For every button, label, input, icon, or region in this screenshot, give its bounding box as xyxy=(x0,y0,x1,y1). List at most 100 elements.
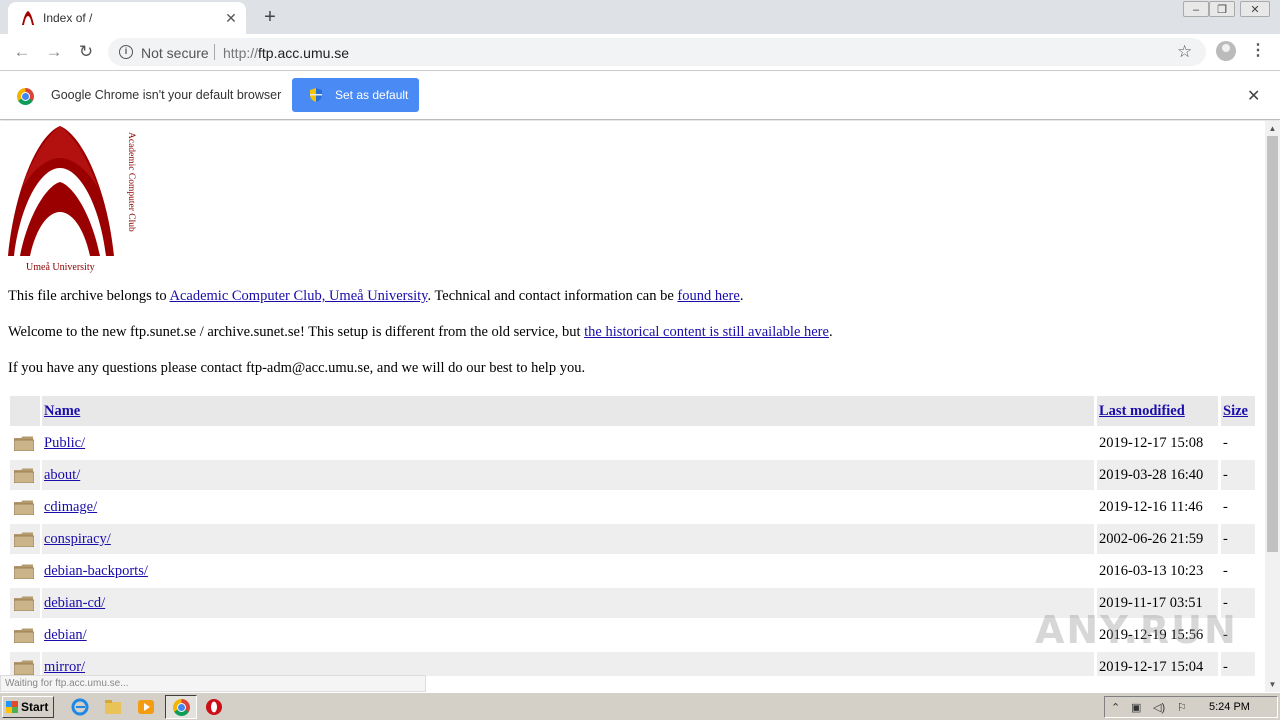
modified-value: 2019-03-28 16:40 xyxy=(1099,467,1204,483)
url-host: ftp.acc.umu.se xyxy=(258,45,350,61)
header-name-cell: Name xyxy=(42,396,1094,426)
name-cell: conspiracy/ xyxy=(42,524,1094,554)
table-row: about/2019-03-28 16:40 - xyxy=(10,460,1255,490)
icon-cell xyxy=(10,492,40,522)
media-player-icon[interactable] xyxy=(137,698,155,716)
menu-icon[interactable]: ⋮ xyxy=(1250,40,1266,62)
scroll-down-icon[interactable]: ▼ xyxy=(1265,677,1280,692)
modified-cell: 2016-03-13 10:23 xyxy=(1097,556,1218,586)
entry-link[interactable]: about/ xyxy=(44,460,80,490)
forward-icon[interactable]: → xyxy=(42,40,66,64)
folder-icon xyxy=(14,436,34,451)
acc-logo: Academic Computer Club Umeå University xyxy=(6,124,136,274)
close-infobar-icon[interactable]: ✕ xyxy=(1247,86,1260,106)
address-bar[interactable]: i Not secure http://ftp.acc.umu.se ☆ xyxy=(108,38,1206,66)
tray-expand-icon[interactable]: ⌃ xyxy=(1111,701,1120,714)
restore-icon[interactable]: ❐ xyxy=(1209,1,1235,17)
chrome-logo-icon xyxy=(17,88,34,105)
bookmark-star-icon[interactable]: ☆ xyxy=(1177,42,1192,62)
modified-value: 2019-12-16 11:46 xyxy=(1099,499,1203,515)
start-button[interactable]: Start xyxy=(2,696,54,718)
entry-link[interactable]: conspiracy/ xyxy=(44,524,111,554)
entry-link[interactable]: debian-cd/ xyxy=(44,588,105,618)
sort-by-modified-link[interactable]: Last modified xyxy=(1099,396,1185,426)
welcome-paragraph: Welcome to the new ftp.sunet.se / archiv… xyxy=(8,324,833,341)
folder-icon xyxy=(14,500,34,515)
scroll-up-icon[interactable]: ▲ xyxy=(1265,121,1280,136)
found-here-link[interactable]: found here xyxy=(677,288,739,304)
reload-icon[interactable]: ↻ xyxy=(74,40,98,64)
folder-icon xyxy=(14,660,34,675)
close-window-icon[interactable]: ✕ xyxy=(1240,1,1270,17)
info-icon[interactable]: i xyxy=(119,45,133,59)
size-cell: - xyxy=(1221,460,1255,490)
set-as-default-label: Set as default xyxy=(335,88,409,102)
new-tab-icon[interactable]: + xyxy=(259,6,281,28)
entry-link[interactable]: debian/ xyxy=(44,620,87,650)
icon-cell xyxy=(10,652,40,676)
size-cell: - xyxy=(1221,428,1255,458)
icon-cell xyxy=(10,620,40,650)
p2-text-end: . xyxy=(828,324,833,340)
historical-content-link[interactable]: the historical content is still availabl… xyxy=(584,324,829,340)
modified-value: 2016-03-13 10:23 xyxy=(1099,563,1204,579)
tab-index[interactable]: Index of / ✕ xyxy=(8,2,246,34)
acc-link[interactable]: Academic Computer Club, Umeå University xyxy=(169,288,427,304)
size-cell: - xyxy=(1221,492,1255,522)
set-as-default-button[interactable]: Set as default xyxy=(292,78,419,112)
size-cell: - xyxy=(1221,652,1255,676)
close-tab-icon[interactable]: ✕ xyxy=(222,9,240,27)
modified-cell: 2019-03-28 16:40 xyxy=(1097,460,1218,490)
size-value: - xyxy=(1223,659,1228,675)
sort-by-size-link[interactable]: Size xyxy=(1223,396,1248,426)
size-value: - xyxy=(1223,467,1228,483)
volume-icon[interactable]: ◁) xyxy=(1153,701,1165,714)
size-value: - xyxy=(1223,531,1228,547)
entry-link[interactable]: debian-backports/ xyxy=(44,556,148,586)
taskbar-chrome-button[interactable] xyxy=(165,695,197,719)
taskbar: Start ⌃ ▣ ◁) ⚐ 5:24 PM xyxy=(0,692,1280,720)
network-icon[interactable]: ▣ xyxy=(1131,701,1141,714)
entry-link[interactable]: mirror/ xyxy=(44,652,85,676)
vertical-scrollbar[interactable]: ▲ ▼ xyxy=(1265,121,1280,692)
folder-icon xyxy=(14,468,34,483)
ie-icon[interactable] xyxy=(71,698,89,716)
url-text[interactable]: http://ftp.acc.umu.se xyxy=(223,45,349,61)
explorer-folder-icon[interactable] xyxy=(104,698,122,716)
entry-link[interactable]: cdimage/ xyxy=(44,492,97,522)
header-modified-cell: Last modified xyxy=(1097,396,1218,426)
p1-text-middle: . Technical and contact information can … xyxy=(427,288,678,304)
tab-title: Index of / xyxy=(43,11,93,25)
acc-logo-arches-icon xyxy=(8,126,114,256)
logo-vertical-text: Academic Computer Club xyxy=(126,132,136,232)
minimize-icon[interactable]: – xyxy=(1183,1,1209,17)
size-cell: - xyxy=(1221,524,1255,554)
table-row: cdimage/2019-12-16 11:46 - xyxy=(10,492,1255,522)
acc-favicon-icon xyxy=(22,11,34,25)
folder-icon xyxy=(14,628,34,643)
size-value: - xyxy=(1223,563,1228,579)
entry-link[interactable]: Public/ xyxy=(44,428,85,458)
folder-icon xyxy=(14,596,34,611)
scrollbar-thumb[interactable] xyxy=(1267,136,1278,552)
sort-by-name-link[interactable]: Name xyxy=(44,396,80,426)
size-value: - xyxy=(1223,499,1228,515)
p1-text: This file archive belongs to xyxy=(8,288,170,304)
ownership-paragraph: This file archive belongs to Academic Co… xyxy=(8,288,743,305)
table-row: mirror/2019-12-17 15:04 - xyxy=(10,652,1255,676)
name-cell: debian-backports/ xyxy=(42,556,1094,586)
modified-cell: 2019-12-17 15:04 xyxy=(1097,652,1218,676)
taskbar-chrome-icon xyxy=(173,699,190,716)
not-secure-label: Not secure xyxy=(141,45,209,61)
name-cell: mirror/ xyxy=(42,652,1094,676)
opera-icon[interactable] xyxy=(205,698,223,716)
action-center-flag-icon[interactable]: ⚐ xyxy=(1177,701,1187,714)
size-value: - xyxy=(1223,435,1228,451)
profile-avatar-icon[interactable] xyxy=(1216,41,1236,61)
icon-cell xyxy=(10,460,40,490)
back-icon[interactable]: ← xyxy=(10,40,34,64)
page-content: Academic Computer Club Umeå University T… xyxy=(0,121,1265,676)
watermark: ANY.RUN xyxy=(1035,608,1238,652)
clock[interactable]: 5:24 PM xyxy=(1209,701,1250,713)
folder-icon xyxy=(14,564,34,579)
